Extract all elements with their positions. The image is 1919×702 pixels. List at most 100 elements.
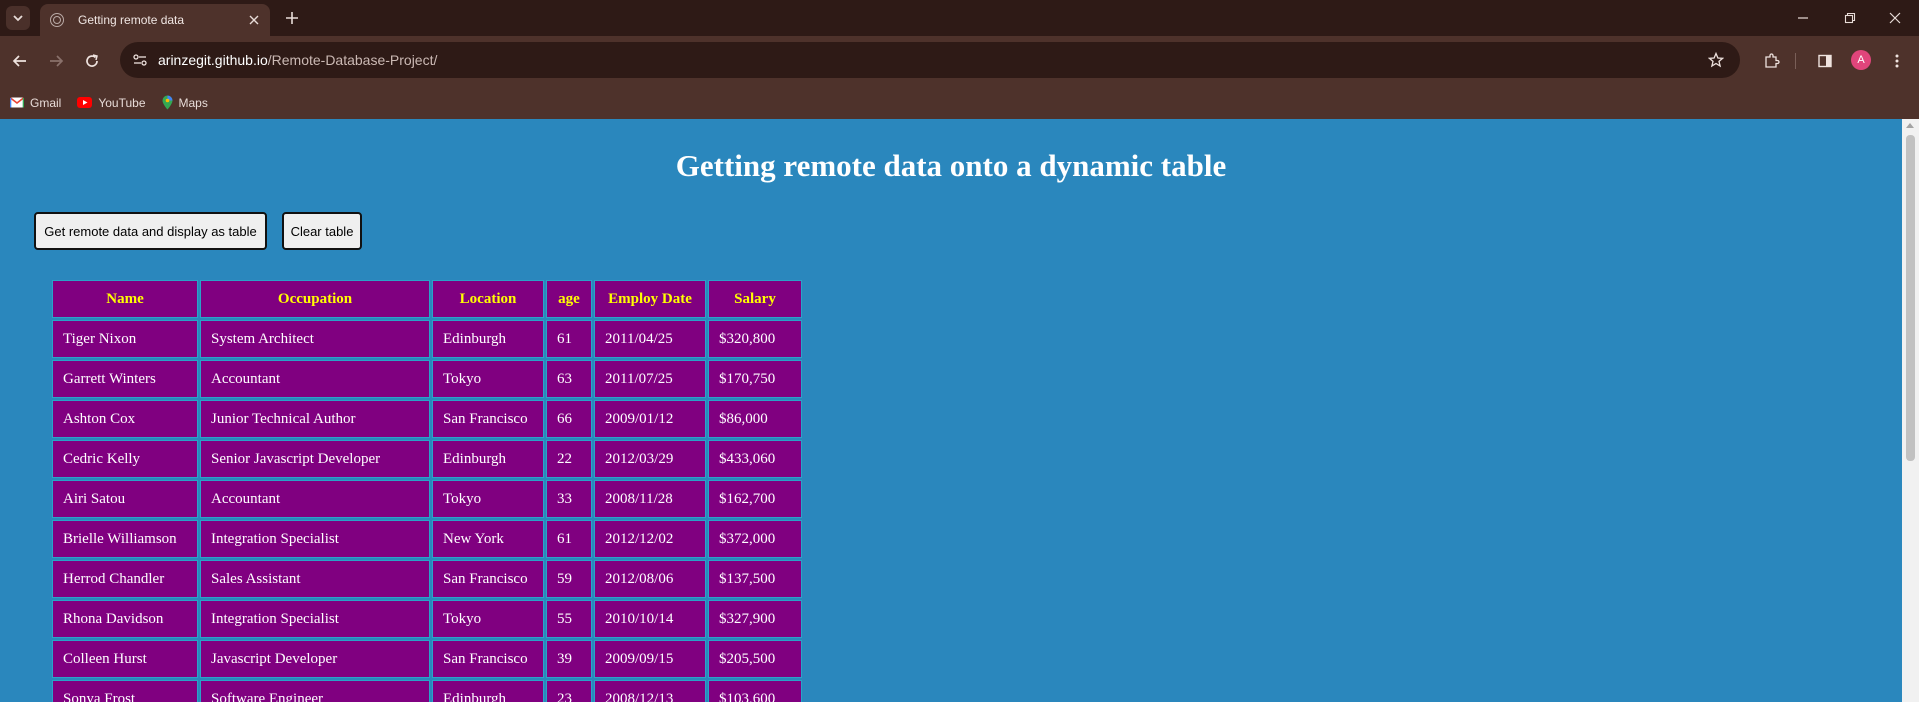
table-row: Rhona Davidson Integration Specialist To…	[52, 600, 802, 638]
table-row: Garrett Winters Accountant Tokyo 63 2011…	[52, 360, 802, 398]
table-row: Airi Satou Accountant Tokyo 33 2008/11/2…	[52, 480, 802, 518]
cell-location: Edinburgh	[432, 680, 544, 702]
tab-search-button[interactable]	[6, 6, 30, 30]
cell-occupation: Sales Assistant	[200, 560, 430, 598]
cell-employ-date: 2011/07/25	[594, 360, 706, 398]
extensions-button[interactable]	[1760, 49, 1784, 73]
more-vert-icon	[1895, 54, 1899, 68]
tab-strip: Getting remote data	[0, 0, 1919, 36]
cell-salary: $170,750	[708, 360, 802, 398]
cell-employ-date: 2010/10/14	[594, 600, 706, 638]
bookmark-youtube[interactable]: YouTube	[77, 95, 146, 110]
cell-employ-date: 2012/03/29	[594, 440, 706, 478]
close-icon	[1889, 12, 1901, 24]
page-viewport: Getting remote data onto a dynamic table…	[0, 119, 1902, 702]
restore-button[interactable]	[1840, 8, 1860, 28]
cell-location: Tokyo	[432, 480, 544, 518]
cell-location: San Francisco	[432, 400, 544, 438]
column-header-employ-date: Employ Date	[594, 280, 706, 318]
bookmark-gmail[interactable]: Gmail	[10, 96, 61, 110]
forward-button[interactable]	[44, 49, 68, 73]
cell-occupation: Senior Javascript Developer	[200, 440, 430, 478]
restore-icon	[1844, 12, 1856, 24]
close-window-button[interactable]	[1885, 8, 1905, 28]
cell-location: Tokyo	[432, 360, 544, 398]
table-row: Ashton Cox Junior Technical Author San F…	[52, 400, 802, 438]
site-info-icon[interactable]	[128, 48, 152, 72]
column-header-age: age	[546, 280, 592, 318]
cell-employ-date: 2012/08/06	[594, 560, 706, 598]
table-row: Tiger Nixon System Architect Edinburgh 6…	[52, 320, 802, 358]
cell-employ-date: 2008/12/13	[594, 680, 706, 702]
cell-age: 39	[546, 640, 592, 678]
bookmark-label: Gmail	[30, 95, 62, 110]
cell-age: 55	[546, 600, 592, 638]
side-panel-icon	[1818, 54, 1832, 68]
scrollbar-thumb[interactable]	[1906, 135, 1915, 461]
arrow-left-icon	[12, 55, 26, 67]
url-path: /Remote-Database-Project/	[267, 52, 438, 68]
cell-salary: $86,000	[708, 400, 802, 438]
browser-toolbar: arinzegit.github.io/Remote-Database-Proj…	[0, 36, 1919, 86]
cell-name: Herrod Chandler	[52, 560, 198, 598]
cell-occupation: System Architect	[200, 320, 430, 358]
cell-name: Garrett Winters	[52, 360, 198, 398]
cell-name: Tiger Nixon	[52, 320, 198, 358]
minimize-icon	[1798, 17, 1808, 19]
cell-location: New York	[432, 520, 544, 558]
avatar[interactable]: A	[1851, 50, 1871, 70]
reload-icon	[86, 54, 98, 67]
tab-active[interactable]: Getting remote data	[40, 4, 270, 36]
cell-occupation: Javascript Developer	[200, 640, 430, 678]
cell-name: Cedric Kelly	[52, 440, 198, 478]
bookmark-label: YouTube	[98, 95, 146, 110]
bookmark-label: Maps	[178, 95, 208, 110]
side-panel-button[interactable]	[1813, 49, 1837, 73]
cell-occupation: Software Engineer	[200, 680, 430, 702]
cell-salary: $205,500	[708, 640, 802, 678]
cell-employ-date: 2011/04/25	[594, 320, 706, 358]
cell-salary: $372,000	[708, 520, 802, 558]
cell-salary: $320,800	[708, 320, 802, 358]
cell-location: San Francisco	[432, 560, 544, 598]
scroll-up-arrow-icon[interactable]	[1906, 123, 1914, 128]
cell-salary: $327,900	[708, 600, 802, 638]
page-title: Getting remote data onto a dynamic table	[675, 148, 1227, 183]
toolbar-divider	[1795, 53, 1796, 69]
cell-age: 22	[546, 440, 592, 478]
cell-name: Brielle Williamson	[52, 520, 198, 558]
menu-button[interactable]	[1885, 49, 1909, 73]
cell-age: 61	[546, 520, 592, 558]
minimize-button[interactable]	[1793, 8, 1813, 28]
cell-age: 33	[546, 480, 592, 518]
page-scrollbar[interactable]	[1902, 119, 1919, 702]
cell-occupation: Integration Specialist	[200, 520, 430, 558]
cell-location: Tokyo	[432, 600, 544, 638]
star-icon[interactable]	[1704, 48, 1728, 72]
url-text: arinzegit.github.io/Remote-Database-Proj…	[158, 52, 437, 68]
plus-icon	[286, 12, 298, 24]
maps-icon	[162, 95, 173, 110]
close-icon[interactable]	[244, 10, 264, 30]
table-row: Cedric Kelly Senior Javascript Developer…	[52, 440, 802, 478]
cell-age: 23	[546, 680, 592, 702]
cell-occupation: Integration Specialist	[200, 600, 430, 638]
puzzle-icon	[1765, 53, 1780, 68]
arrow-right-icon	[50, 55, 64, 67]
cell-name: Airi Satou	[52, 480, 198, 518]
cell-employ-date: 2009/01/12	[594, 400, 706, 438]
get-remote-data-button[interactable]: Get remote data and display as table	[34, 212, 267, 250]
address-bar[interactable]: arinzegit.github.io/Remote-Database-Proj…	[120, 42, 1740, 78]
bookmark-maps[interactable]: Maps	[162, 95, 208, 110]
cell-name: Colleen Hurst	[52, 640, 198, 678]
clear-table-button[interactable]: Clear table	[282, 212, 362, 250]
url-host: arinzegit.github.io	[158, 52, 268, 68]
cell-name: Rhona Davidson	[52, 600, 198, 638]
cell-location: San Francisco	[432, 640, 544, 678]
back-button[interactable]	[8, 49, 32, 73]
new-tab-button[interactable]	[282, 8, 302, 28]
table-header-row: Name Occupation Location age Employ Date…	[52, 280, 802, 318]
reload-button[interactable]	[80, 49, 104, 73]
table-row: Herrod Chandler Sales Assistant San Fran…	[52, 560, 802, 598]
cell-employ-date: 2008/11/28	[594, 480, 706, 518]
